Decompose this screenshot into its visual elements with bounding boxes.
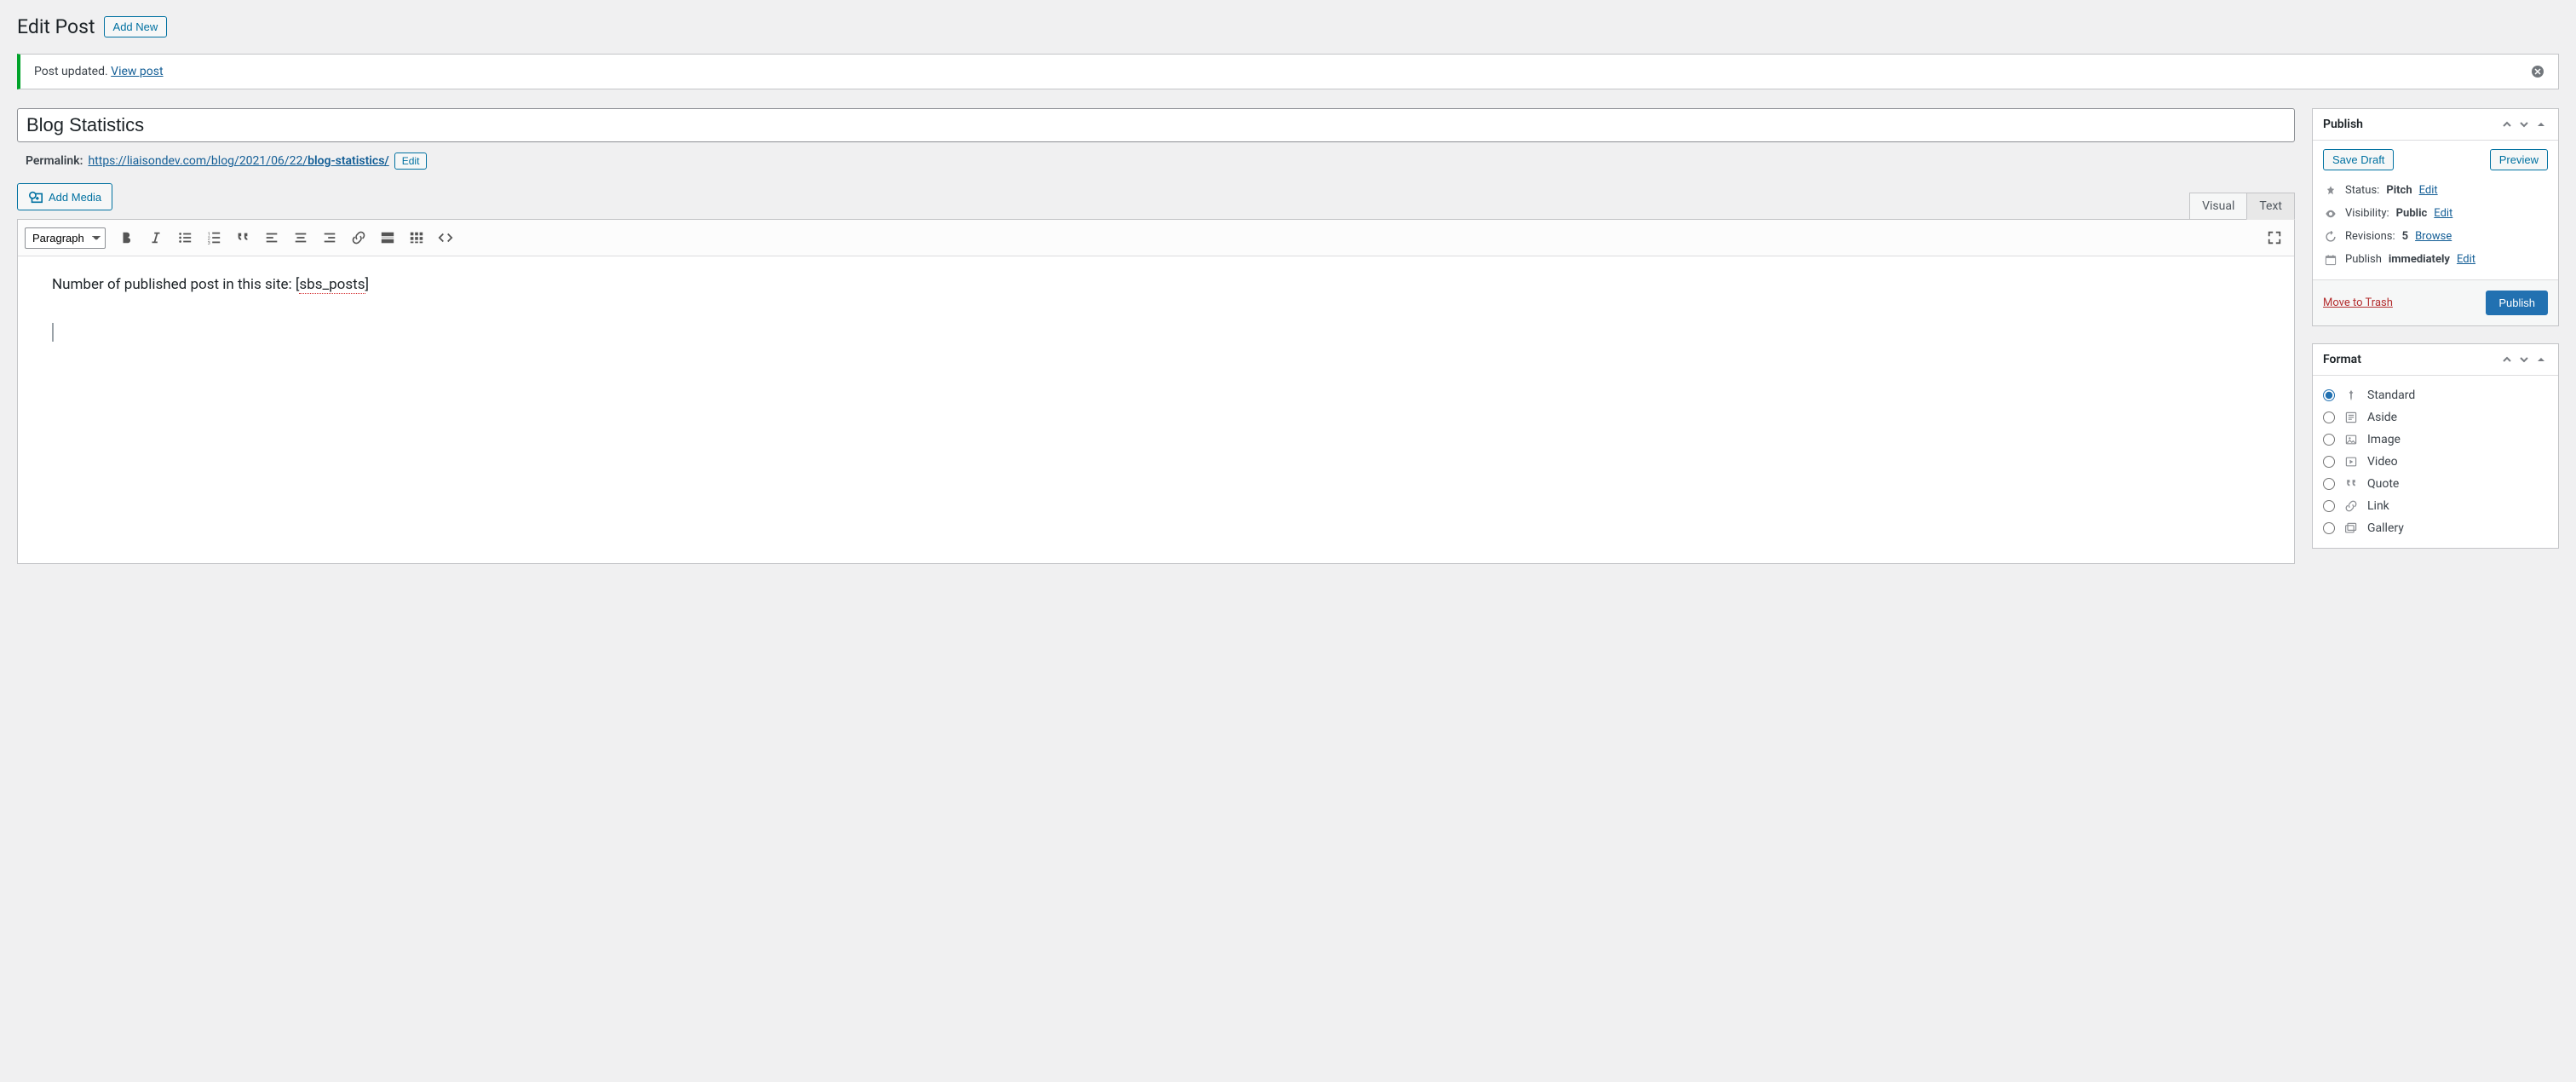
notice-updated: Post updated. View post bbox=[17, 54, 2559, 89]
page-title: Edit Post bbox=[17, 15, 95, 38]
pin-icon bbox=[2343, 388, 2359, 402]
format-video[interactable]: Video bbox=[2323, 451, 2548, 473]
visibility-label: Visibility: bbox=[2345, 207, 2389, 220]
add-media-button[interactable]: Add Media bbox=[17, 183, 112, 210]
format-metabox: Format Standard Aside bbox=[2312, 343, 2559, 549]
publish-button[interactable]: Publish bbox=[2486, 291, 2548, 315]
status-label: Status: bbox=[2345, 184, 2379, 197]
format-label: Aside bbox=[2367, 411, 2397, 424]
save-draft-button[interactable]: Save Draft bbox=[2323, 149, 2394, 170]
svg-text:3: 3 bbox=[208, 241, 210, 245]
editor-content[interactable]: Number of published post in this site: [… bbox=[18, 256, 2294, 563]
visibility-icon bbox=[2323, 208, 2338, 220]
publish-date-value: immediately bbox=[2389, 253, 2450, 266]
align-right-icon[interactable] bbox=[317, 225, 342, 250]
format-gallery[interactable]: Gallery bbox=[2323, 517, 2548, 539]
preview-button[interactable]: Preview bbox=[2490, 149, 2548, 170]
format-radio-image[interactable] bbox=[2323, 434, 2335, 446]
video-icon bbox=[2343, 455, 2359, 469]
status-value: Pitch bbox=[2386, 184, 2412, 197]
text-cursor bbox=[52, 323, 54, 342]
italic-icon[interactable] bbox=[143, 225, 169, 250]
paragraph-select[interactable]: Paragraph bbox=[25, 227, 106, 249]
move-to-trash-link[interactable]: Move to Trash bbox=[2323, 296, 2393, 309]
aside-icon bbox=[2343, 411, 2359, 424]
format-title: Format bbox=[2323, 353, 2361, 366]
format-radio-link[interactable] bbox=[2323, 500, 2335, 512]
permalink-link[interactable]: https://liaisondev.com/blog/2021/06/22/b… bbox=[88, 154, 388, 168]
format-image[interactable]: Image bbox=[2323, 429, 2548, 451]
editor-toolbar: Paragraph 123 bbox=[18, 220, 2294, 256]
revisions-browse-link[interactable]: Browse bbox=[2415, 230, 2452, 243]
format-radio-video[interactable] bbox=[2323, 456, 2335, 468]
numbered-list-icon[interactable]: 123 bbox=[201, 225, 227, 250]
pin-icon bbox=[2323, 185, 2338, 197]
format-radio-standard[interactable] bbox=[2323, 389, 2335, 401]
align-left-icon[interactable] bbox=[259, 225, 285, 250]
publish-date-label: Publish bbox=[2345, 253, 2382, 266]
content-text-suffix: ] bbox=[365, 276, 370, 293]
media-icon bbox=[28, 189, 43, 204]
revisions-label: Revisions: bbox=[2345, 230, 2395, 243]
permalink-base: https://liaisondev.com/blog/2021/06/22/ bbox=[88, 154, 308, 168]
tab-text[interactable]: Text bbox=[2246, 193, 2295, 220]
format-link[interactable]: Link bbox=[2323, 495, 2548, 517]
quote-icon bbox=[2343, 477, 2359, 491]
fullscreen-icon[interactable] bbox=[2262, 225, 2287, 250]
format-quote[interactable]: Quote bbox=[2323, 473, 2548, 495]
metabox-down-icon[interactable] bbox=[2517, 353, 2531, 366]
bold-icon[interactable] bbox=[114, 225, 140, 250]
view-post-link[interactable]: View post bbox=[111, 65, 163, 78]
publish-date-edit-link[interactable]: Edit bbox=[2457, 253, 2475, 266]
link-icon bbox=[2343, 499, 2359, 513]
permalink-slug: blog-statistics/ bbox=[308, 154, 389, 168]
status-edit-link[interactable]: Edit bbox=[2419, 184, 2438, 197]
toolbar-toggle-icon[interactable] bbox=[404, 225, 429, 250]
gallery-icon bbox=[2343, 521, 2359, 535]
metabox-down-icon[interactable] bbox=[2517, 118, 2531, 131]
publish-metabox: Publish Save Draft Preview Status: Pitch… bbox=[2312, 108, 2559, 326]
content-text: Number of published post in this site: [ bbox=[52, 276, 299, 293]
format-label: Image bbox=[2367, 433, 2401, 446]
shortcode-text: sbs_posts bbox=[299, 276, 365, 294]
post-title-input[interactable] bbox=[17, 108, 2295, 142]
format-label: Quote bbox=[2367, 477, 2399, 491]
permalink-label: Permalink: bbox=[26, 154, 83, 168]
visibility-value: Public bbox=[2396, 207, 2428, 220]
calendar-icon bbox=[2323, 254, 2338, 266]
format-label: Video bbox=[2367, 455, 2398, 469]
metabox-up-icon[interactable] bbox=[2500, 118, 2514, 131]
code-icon[interactable] bbox=[433, 225, 458, 250]
metabox-toggle-icon[interactable] bbox=[2534, 118, 2548, 131]
image-icon bbox=[2343, 433, 2359, 446]
format-aside[interactable]: Aside bbox=[2323, 406, 2548, 429]
dismiss-notice-icon[interactable] bbox=[2531, 65, 2544, 78]
edit-permalink-button[interactable]: Edit bbox=[394, 153, 428, 170]
editor-box: Paragraph 123 Number of published bbox=[17, 219, 2295, 564]
link-icon[interactable] bbox=[346, 225, 371, 250]
format-list: Standard Aside Image Video bbox=[2313, 376, 2558, 548]
add-new-button[interactable]: Add New bbox=[104, 16, 168, 37]
read-more-icon[interactable] bbox=[375, 225, 400, 250]
format-standard[interactable]: Standard bbox=[2323, 384, 2548, 406]
align-center-icon[interactable] bbox=[288, 225, 313, 250]
revisions-count: 5 bbox=[2402, 230, 2408, 243]
format-radio-aside[interactable] bbox=[2323, 412, 2335, 423]
revisions-icon bbox=[2323, 231, 2338, 243]
metabox-up-icon[interactable] bbox=[2500, 353, 2514, 366]
metabox-toggle-icon[interactable] bbox=[2534, 353, 2548, 366]
blockquote-icon[interactable] bbox=[230, 225, 256, 250]
add-media-label: Add Media bbox=[49, 191, 101, 204]
format-label: Link bbox=[2367, 499, 2389, 513]
tab-visual[interactable]: Visual bbox=[2189, 193, 2247, 220]
format-radio-quote[interactable] bbox=[2323, 478, 2335, 490]
publish-title: Publish bbox=[2323, 118, 2363, 131]
format-radio-gallery[interactable] bbox=[2323, 522, 2335, 534]
format-label: Gallery bbox=[2367, 521, 2404, 535]
bullet-list-icon[interactable] bbox=[172, 225, 198, 250]
notice-text: Post updated. bbox=[34, 65, 111, 78]
format-label: Standard bbox=[2367, 388, 2415, 402]
visibility-edit-link[interactable]: Edit bbox=[2434, 207, 2452, 220]
